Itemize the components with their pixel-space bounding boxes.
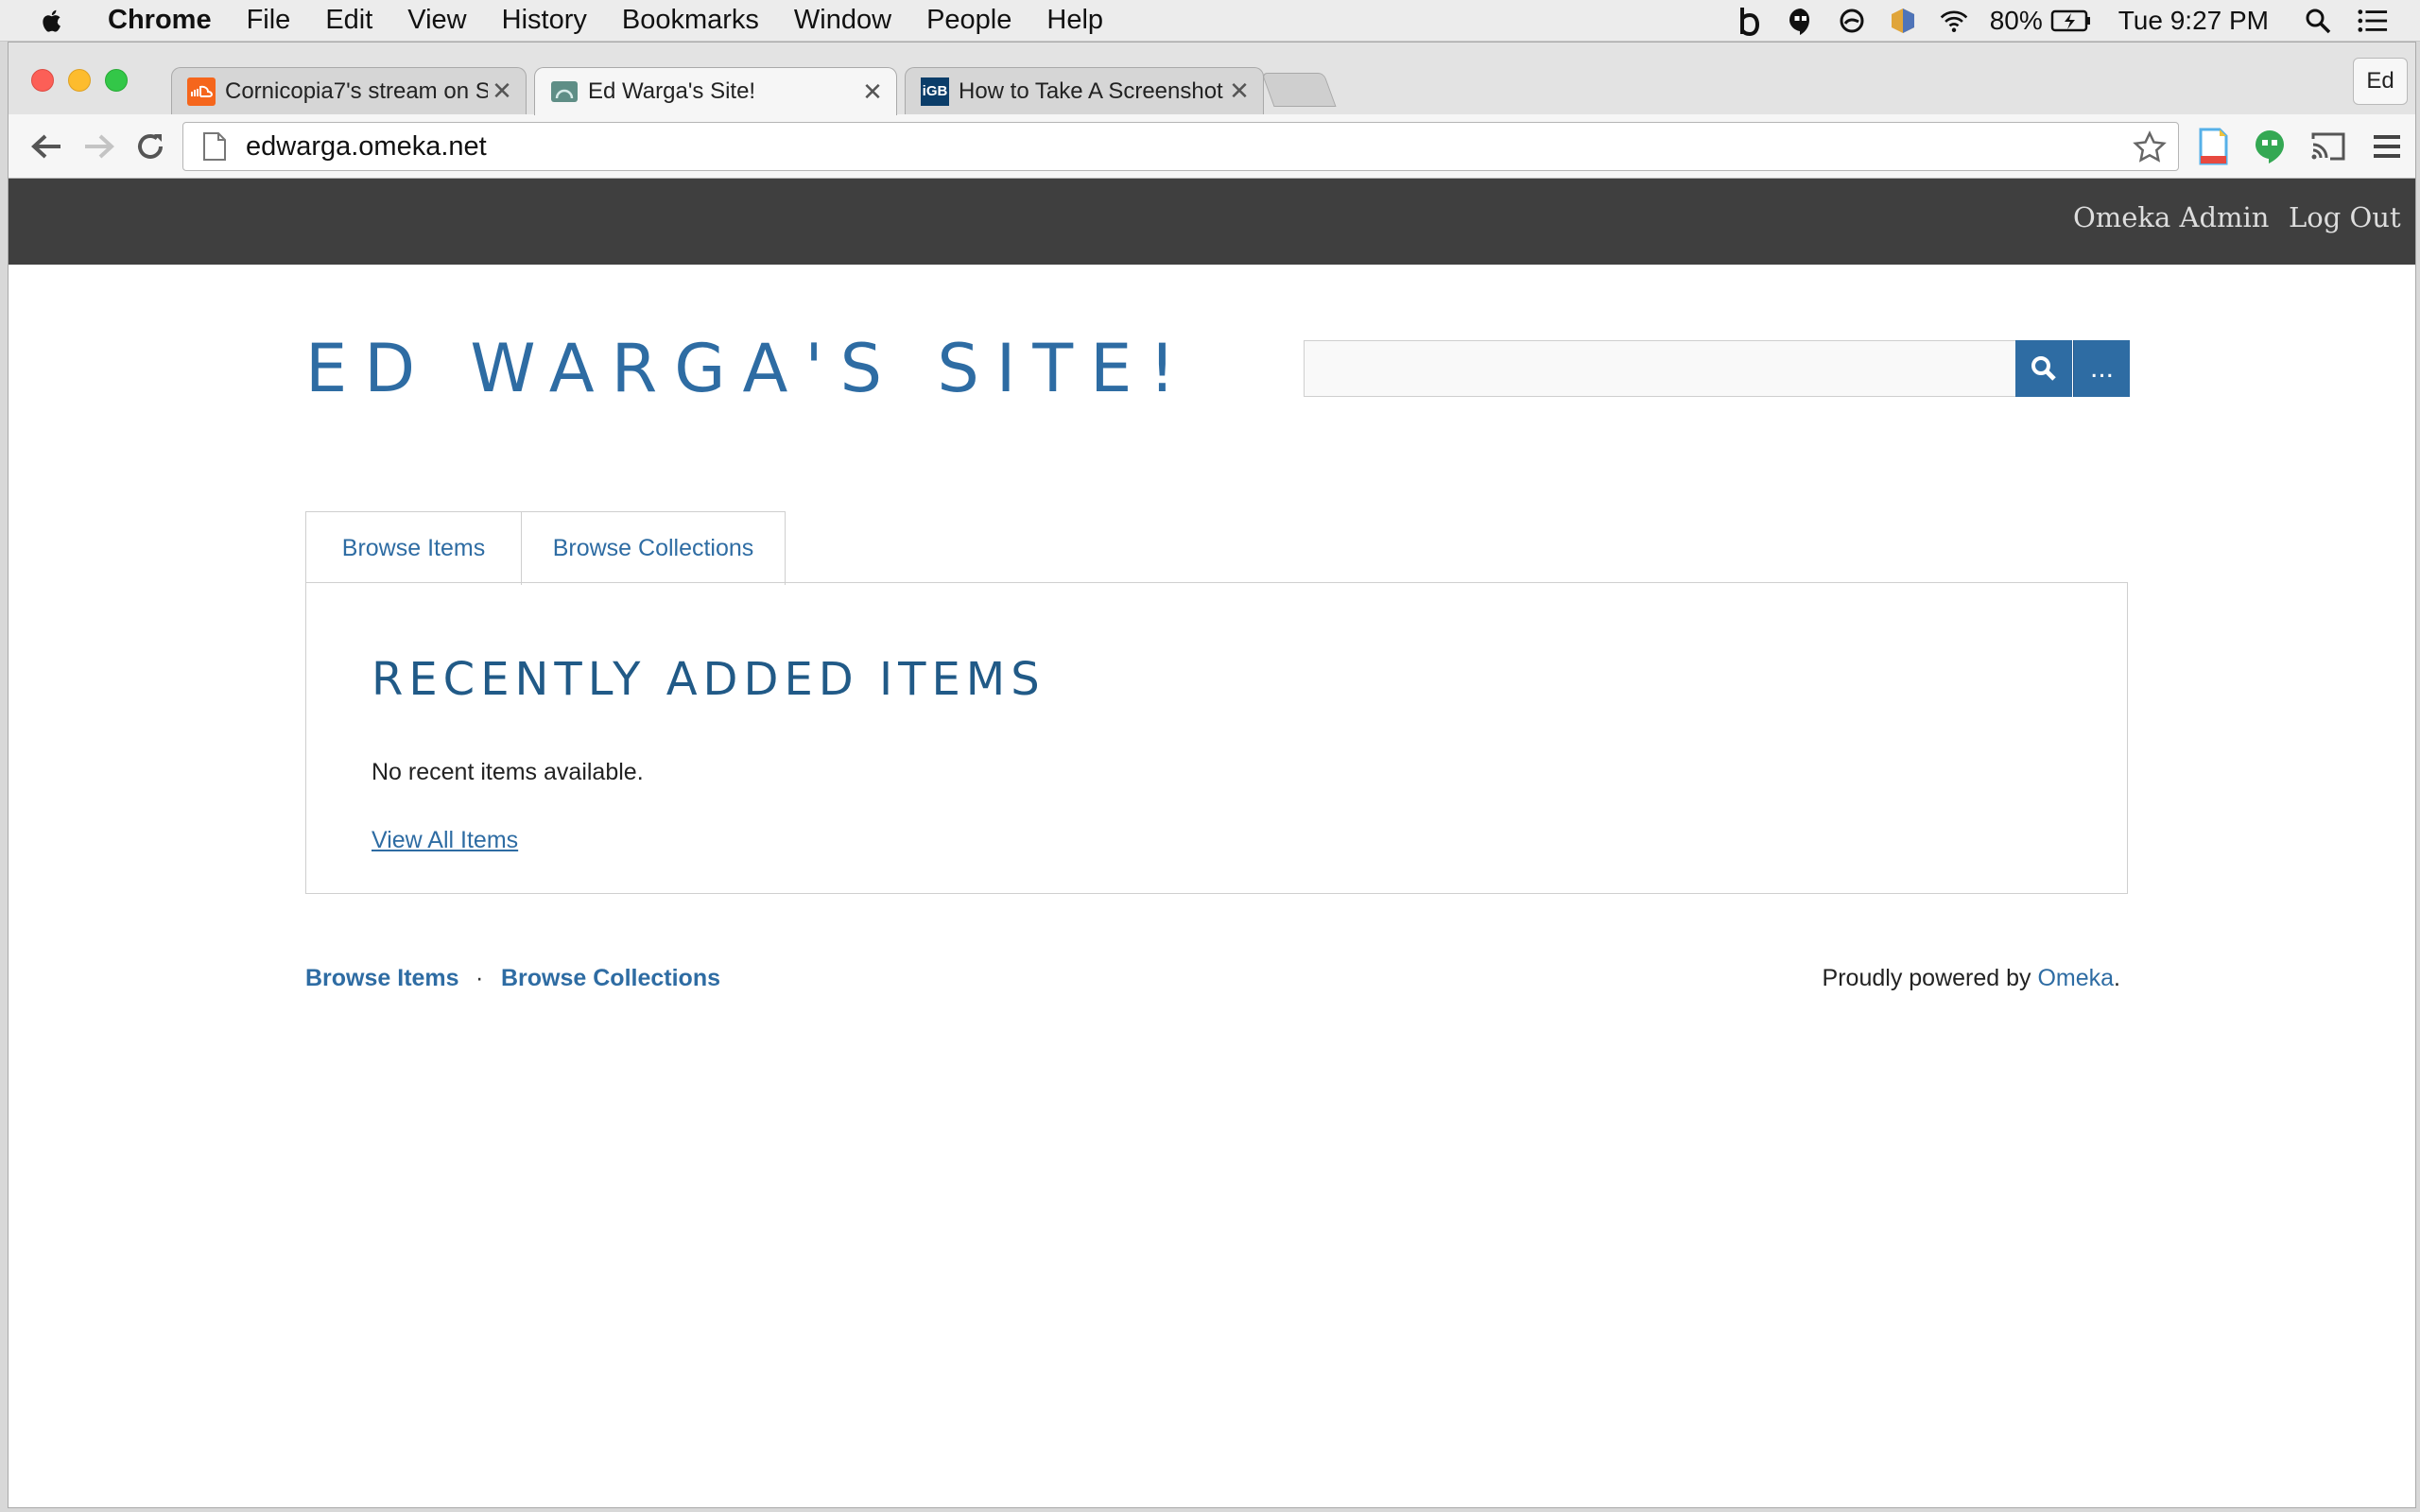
menu-file[interactable]: File [247,5,291,36]
back-button[interactable] [27,128,65,165]
advanced-search-button[interactable]: ... [2073,340,2130,397]
minimize-window-button[interactable] [68,69,91,92]
tab-title: Ed Warga's Site! [588,78,756,104]
b-icon[interactable] [1735,6,1765,36]
no-items-message: No recent items available. [372,759,644,785]
omeka-link[interactable]: Omeka [2037,965,2114,991]
nav-browse-items[interactable]: Browse Items [305,511,522,585]
tab-title: How to Take A Screenshot [959,77,1223,104]
close-window-button[interactable] [31,69,54,92]
menu-people[interactable]: People [926,5,1011,36]
menu-help[interactable]: Help [1046,5,1103,36]
menu-app-name[interactable]: Chrome [108,5,212,36]
battery-percent: 80% [1989,6,2043,35]
powered-prefix: Proudly powered by [1822,965,2038,991]
spotlight-icon[interactable] [2303,6,2333,36]
powered-suffix: . [2114,965,2120,991]
view-all-items-link[interactable]: View All Items [372,827,518,854]
footer-browse-items-link[interactable]: Browse Items [305,965,459,992]
zoom-window-button[interactable] [105,69,128,92]
bookmark-star-icon[interactable] [2133,130,2167,164]
footer-separator: · [475,965,484,991]
search-icon [2031,356,2056,381]
search-input[interactable] [1304,340,2016,397]
menu-view[interactable]: View [407,5,466,36]
page-icon [203,132,226,161]
close-icon[interactable]: ✕ [1225,77,1253,106]
forward-button[interactable] [80,128,118,165]
focus-icon[interactable] [1837,6,1867,36]
site-title[interactable]: ED WARGA'S SITE! [305,330,1192,407]
recent-items-heading: RECENTLY ADDED ITEMS [372,653,1046,706]
igb-icon: iGB [921,77,949,106]
soundcloud-icon [187,77,216,106]
powered-by-text: Proudly powered by Omeka. [1823,965,2120,992]
web-page: Omeka Admin Log Out ED WARGA'S SITE! ...… [9,179,2415,1507]
menu-edit[interactable]: Edit [325,5,372,36]
admin-bar: Omeka Admin Log Out [9,179,2415,265]
cast-icon[interactable] [2308,126,2349,167]
chrome-menu-icon[interactable] [2366,126,2408,167]
close-icon[interactable]: ✕ [858,77,887,107]
new-tab-button[interactable] [1261,73,1337,107]
omeka-icon [550,77,579,106]
box-icon[interactable] [1888,6,1918,36]
footer-browse-collections-link[interactable]: Browse Collections [501,965,720,992]
wifi-icon[interactable] [1939,6,1969,36]
igb-icon-text: iGB [922,83,948,99]
tab-soundcloud[interactable]: Cornicopia7's stream on So ✕ [171,67,527,114]
reload-button[interactable] [131,128,169,165]
menu-window[interactable]: Window [794,5,891,36]
battery-icon[interactable] [2050,6,2092,36]
tab-strip: Cornicopia7's stream on So ✕ Ed Warga's … [9,43,2415,115]
menubar-clock[interactable]: Tue 9:27 PM [2118,6,2269,36]
hangouts-extension-icon[interactable] [2249,126,2290,167]
browser-toolbar: edwarga.omeka.net [9,114,2415,179]
apple-icon[interactable] [36,5,68,37]
menu-history[interactable]: History [502,5,587,36]
menu-bookmarks[interactable]: Bookmarks [622,5,759,36]
tab-screenshot-guide[interactable]: iGB How to Take A Screenshot ✕ [905,67,1264,114]
address-bar[interactable]: edwarga.omeka.net [182,122,2179,171]
status-area: 80% Tue 9:27 PM [1714,0,2420,42]
nav-browse-collections[interactable]: Browse Collections [521,511,786,585]
notification-list-icon[interactable] [2358,6,2388,36]
close-icon[interactable]: ✕ [488,77,516,106]
profile-button[interactable]: Ed [2353,58,2408,105]
log-out-link[interactable]: Log Out [2289,201,2401,233]
recent-items-panel [305,582,2128,894]
macos-menubar: Chrome File Edit View History Bookmarks … [0,0,2420,42]
tab-ed-warga-site[interactable]: Ed Warga's Site! ✕ [534,67,897,115]
tab-title: Cornicopia7's stream on So [225,77,488,104]
google-keep-extension-icon[interactable] [2192,126,2234,167]
hangouts-icon[interactable] [1786,6,1816,36]
search-button[interactable] [2015,340,2072,397]
url-text[interactable]: edwarga.omeka.net [246,131,487,163]
omeka-admin-link[interactable]: Omeka Admin [2073,201,2269,233]
browser-window: Cornicopia7's stream on So ✕ Ed Warga's … [8,42,2416,1508]
